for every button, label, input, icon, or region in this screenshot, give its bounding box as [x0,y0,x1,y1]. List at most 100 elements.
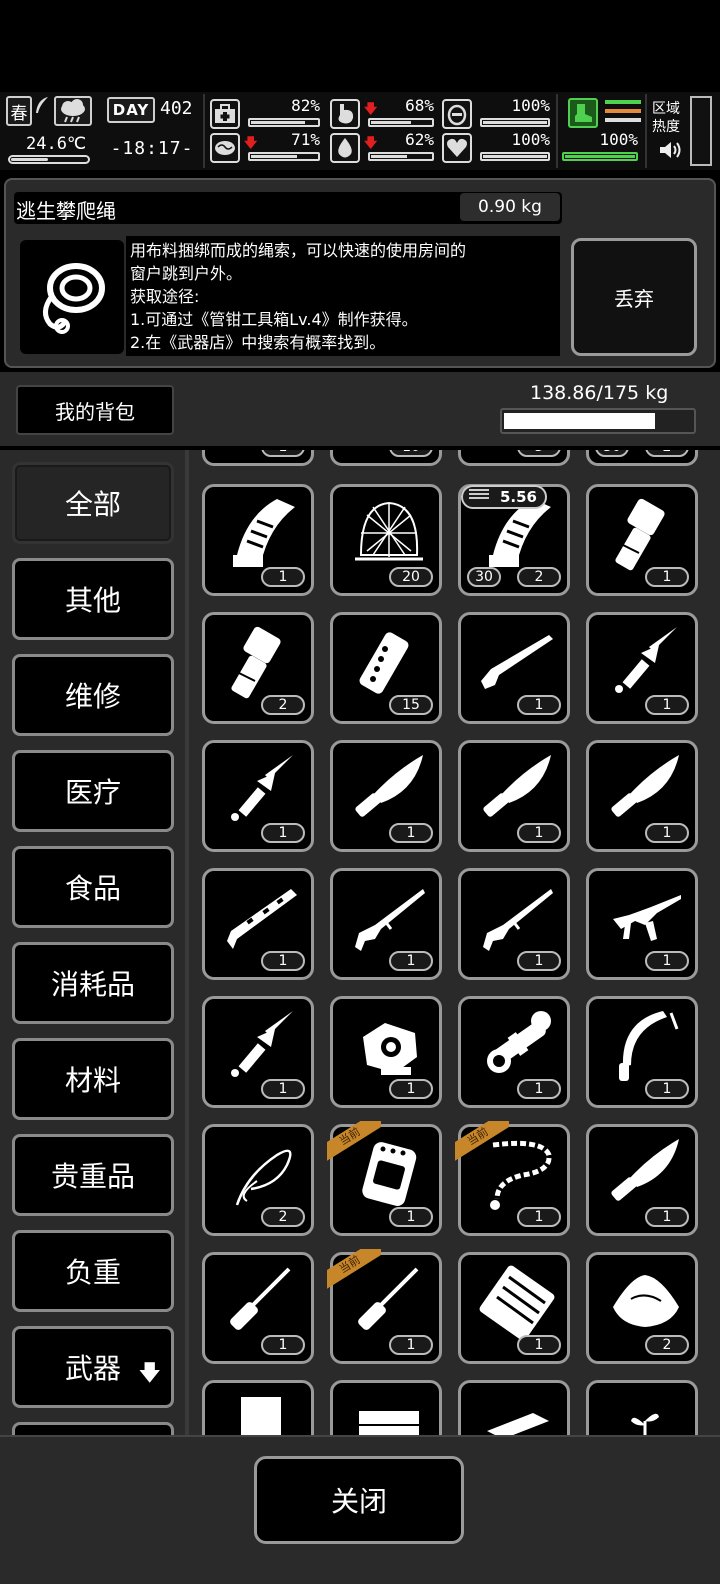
item-count: 1 [645,1079,689,1099]
inventory-slot[interactable]: 1 [586,1124,698,1236]
inventory-slot[interactable]: 1 [586,996,698,1108]
rifle-icon [483,889,553,951]
inventory-slot[interactable]: 1 [586,868,698,980]
item-count: 2 [645,1335,689,1355]
stat-bar [368,152,434,161]
net-icon [355,501,423,561]
category-tab[interactable]: 维修 [12,654,174,736]
rope-icon [43,263,105,334]
inventory-slot[interactable]: 1 [458,868,570,980]
hud-side-panel[interactable] [690,96,712,166]
caliber-label: 5.56 [499,488,537,506]
category-tab[interactable]: 贵重品 [12,1134,174,1216]
description-line: 2.在《武器店》中搜索有概率找到。 [130,333,386,352]
discard-button[interactable]: 丢弃 [571,238,697,356]
category-label: 全部 [64,488,121,521]
inventory-slot[interactable]: 1 [330,868,442,980]
inventory-slot[interactable]: 1 [586,740,698,852]
inventory-slot[interactable]: 2 [586,1252,698,1364]
category-label: 负重 [64,1256,121,1289]
equipped-badge: 当前 [327,1121,381,1161]
inventory-slot[interactable]: 1 当前 [455,1121,570,1236]
item-preview [20,240,124,354]
inventory-slot[interactable]: 1 [458,1252,570,1364]
item-weight: 0.90 kg [460,193,560,221]
item-count: 1 [261,1335,305,1355]
inventory-slot[interactable]: 10 [330,450,442,466]
inventory-slot[interactable]: 1 [458,612,570,724]
red-dot-sight-icon [363,1023,417,1075]
category-tab[interactable]: 消耗品 [12,942,174,1024]
item-count: 15 [389,695,433,715]
item-count: 1 [261,823,305,843]
inventory-slot[interactable]: 1 [586,612,698,724]
screwdriver-icon [230,1267,291,1330]
inventory-slot[interactable]: 15 [330,612,442,724]
inventory-slot[interactable]: 1 [202,484,314,596]
bladder-icon [442,99,472,129]
category-tab[interactable]: 医疗 [12,750,174,832]
item-count: 1 [517,1335,561,1355]
inventory-slot[interactable]: 1 [330,996,442,1108]
inventory-slot[interactable]: 2 [202,612,314,724]
inventory-slot[interactable]: 1 [202,996,314,1108]
inventory-slot[interactable]: 2 [202,1124,314,1236]
stat-value: 100% [599,130,638,149]
inventory-slot[interactable]: 1 [202,740,314,852]
category-tab[interactable]: 食品 [12,846,174,928]
inventory-slot[interactable]: 1 当前 [327,1249,442,1364]
item-count: 1 [389,1079,433,1099]
inventory-slot[interactable]: 1 [586,484,698,596]
knife-icon [483,755,551,817]
category-tab[interactable]: 全部 [12,462,174,544]
stat-bar [480,152,550,161]
category-tab[interactable]: 材料 [12,1038,174,1120]
inventory-grid[interactable]: 11032301202305.5612151111111111111121当前1… [190,450,720,1435]
brain-icon [210,133,240,163]
inventory-slot[interactable]: 20 [330,484,442,596]
category-tab[interactable]: 其他 [12,558,174,640]
item-count: 1 [389,823,433,843]
category-label: 消耗品 [50,968,135,1001]
close-button[interactable]: 关闭 [254,1456,464,1544]
noise-level-indicator [605,100,641,127]
inventory-slot[interactable]: 3 [458,450,570,466]
description-line: 窗户跳到户外。 [130,264,243,283]
stat-value: 100% [511,96,550,115]
category-tab[interactable]: 负重 [12,1230,174,1312]
rail-icon [227,889,297,949]
item-count: 1 [645,951,689,971]
inventory-slot[interactable] [330,1380,442,1435]
speaker-icon[interactable] [658,140,682,160]
heart-icon [442,133,472,163]
category-tab[interactable]: 武器 🡇 [12,1326,174,1408]
equipped-badge: 当前 [455,1121,509,1161]
category-sidebar[interactable]: 全部其他维修医疗食品消耗品材料贵重品负重武器 🡇 [0,450,190,1435]
category-label: 维修 [64,680,121,713]
item-count: 1 [645,567,689,587]
inventory-slot[interactable]: 1 [202,868,314,980]
inventory-slot[interactable]: 1 [202,1252,314,1364]
inventory-slot[interactable]: 1 [330,740,442,852]
inventory-slot[interactable] [586,1380,698,1435]
equipped-label: 当前 [327,1121,381,1161]
box-icon [359,1411,419,1435]
inventory-slot[interactable]: 1 [458,996,570,1108]
inventory-slot[interactable] [202,1380,314,1435]
weather-indicator [54,96,92,126]
category-label: 其他 [64,584,121,617]
inventory-slot[interactable]: 1 当前 [327,1121,442,1236]
inventory-slot[interactable] [458,1380,570,1435]
inventory-slot[interactable]: 2 30 5.56 [458,484,570,596]
arrow-down-icon: 🡇 [138,1361,161,1386]
item-count: 1 [261,450,305,457]
game-clock: -18:17- [110,138,194,159]
inventory-slot[interactable]: 2 30 [586,450,698,466]
rifle-icon [355,889,425,951]
inventory-slot[interactable]: 1 [202,450,314,466]
inventory-slot[interactable]: 1 [458,740,570,852]
category-tab[interactable] [12,1422,174,1435]
season-label: 春 [10,103,28,124]
region-heat-label: 区域 热度 [652,100,680,136]
description-line: 用布料捆绑而成的绳索，可以快速的使用房间的 [130,241,467,260]
